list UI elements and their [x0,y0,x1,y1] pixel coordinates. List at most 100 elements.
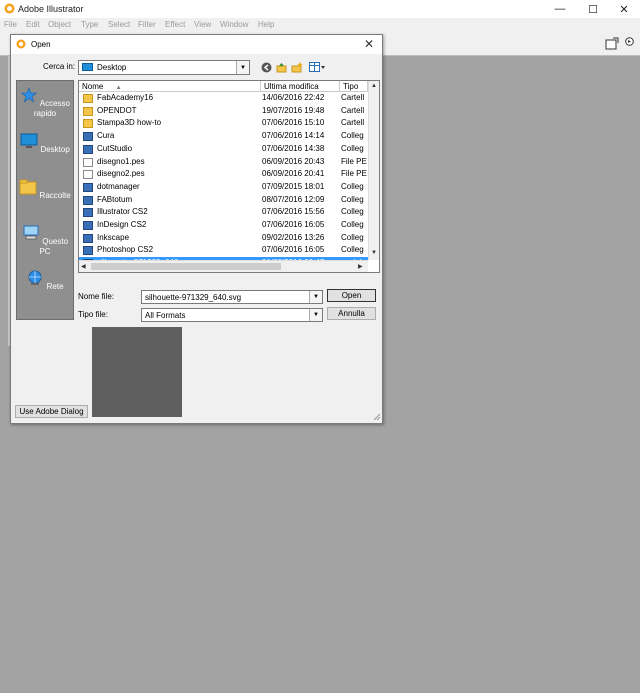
menu-object[interactable]: Object [48,20,71,29]
file-row[interactable]: disegno2.pes 06/09/2016 20:41 File PE [79,168,368,181]
place-desktop[interactable]: Desktop [17,133,73,155]
file-name: InDesign CS2 [97,220,147,229]
file-row[interactable]: OPENDOT 19/07/2016 19:48 Cartell [79,105,368,118]
inkscape-app-icon [83,233,93,243]
file-modified: 07/06/2016 14:14 [262,131,325,141]
file-row[interactable]: Stampa3D how-to 07/06/2016 15:10 Cartell [79,117,368,130]
file-modified: 09/02/2016 13:26 [262,232,325,242]
scroll-right-icon[interactable]: ▶ [358,263,363,270]
file-type: Cartell [341,118,365,128]
file-type: Colleg [341,143,364,153]
indesign-app-icon [83,221,93,230]
libraries-folder-icon [19,179,37,195]
horizontal-scrollbar[interactable]: ◀ ▶ [79,260,368,272]
filetype-label: Tipo file: [78,310,108,319]
new-folder-button[interactable] [291,61,303,73]
places-bar: Accesso rapido Desktop Raccolte Questo P… [16,80,74,320]
close-window-button[interactable]: ✕ [608,0,640,18]
cancel-button[interactable]: Annulla [327,307,376,320]
maximize-icon: ☐ [588,3,598,16]
column-header-name[interactable]: Nome ▲ [79,81,261,92]
file-row[interactable]: FABtotum 08/07/2016 12:09 Colleg [79,194,368,207]
illustrator-app-icon [83,208,93,218]
file-modified: 14/06/2016 22:42 [262,93,325,102]
app-title: Adobe Illustrator [18,4,84,14]
column-header-type[interactable]: Tipo [340,81,368,92]
place-label: Questo PC [39,237,69,256]
vertical-scrollbar[interactable]: ▲ ▼ [368,81,379,260]
file-row[interactable]: dotmanager 07/09/2015 18:01 Colleg [79,181,368,194]
file-row[interactable]: FabAcademy16 14/06/2016 22:42 Cartell [79,92,368,105]
menu-edit[interactable]: Edit [26,20,40,29]
file-modified: 07/06/2016 16:05 [262,245,325,255]
document-icon [83,157,93,167]
menu-help[interactable]: Help [258,20,274,29]
column-header-modified[interactable]: Ultima modifica [261,81,340,92]
file-type: Colleg [341,131,364,141]
minimize-icon: — [554,3,566,15]
menu-type[interactable]: Type [81,20,98,29]
menu-select[interactable]: Select [108,20,130,29]
place-quick-access[interactable]: Accesso rapido [17,87,73,119]
file-row[interactable]: Illustrator CS2 07/06/2016 15:56 Colleg [79,206,368,219]
filename-value: silhouette-971329_640.svg [145,293,242,302]
use-adobe-dialog-button[interactable]: Use Adobe Dialog [15,405,88,418]
view-menu-button[interactable] [308,61,326,73]
dialog-title: Open [31,40,51,49]
cura-app-icon [83,132,93,142]
scrollbar-thumb[interactable] [91,263,281,270]
scroll-left-icon[interactable]: ◀ [81,263,86,270]
menu-view[interactable]: View [194,20,211,29]
illustrator-app-icon [16,39,26,49]
file-type: Colleg [341,245,364,255]
document-setup-icon[interactable] [604,37,620,51]
scroll-up-icon[interactable]: ▲ [371,83,377,89]
chevron-down-icon[interactable]: ▼ [309,291,322,303]
file-row[interactable]: Inkscape 09/02/2016 13:26 Colleg [79,232,368,245]
panel-menu-icon[interactable] [625,37,634,46]
folder-icon [83,94,93,103]
file-name: Cura [97,131,115,141]
file-type: Colleg [341,181,364,191]
menu-filter[interactable]: Filter [138,20,156,29]
file-row[interactable]: Cura 07/06/2016 14:14 Colleg [79,130,368,143]
cutstudio-app-icon [83,144,93,154]
illustrator-app-icon [4,3,15,14]
document-icon [83,170,93,180]
file-modified: 06/09/2016 20:41 [262,169,325,179]
file-row[interactable]: Photoshop CS2 07/06/2016 16:05 Colleg [79,244,368,257]
place-label: Accesso rapido [33,99,70,118]
scroll-down-icon[interactable]: ▼ [371,250,377,256]
look-in-select[interactable]: Desktop ▼ [78,60,250,75]
file-type: Colleg [341,232,364,242]
filetype-value: All Formats [145,311,186,320]
maximize-button[interactable]: ☐ [577,0,609,18]
close-icon[interactable]: ✕ [364,37,374,51]
fabtotum-app-icon [83,195,93,205]
file-row[interactable]: disegno1.pes 06/09/2016 20:43 File PE [79,156,368,169]
file-row[interactable]: InDesign CS2 07/06/2016 16:05 Colleg [79,219,368,232]
place-network[interactable]: Rete [17,270,73,292]
file-modified: 07/06/2016 15:56 [262,207,325,217]
folder-icon [83,119,93,129]
filetype-select[interactable]: All Formats ▼ [141,308,323,322]
open-button[interactable]: Open [327,289,376,302]
file-name: Photoshop CS2 [97,245,154,255]
file-name: dotmanager [97,181,140,191]
minimize-button[interactable]: — [544,0,576,18]
place-this-pc[interactable]: Questo PC [17,225,73,257]
up-folder-button[interactable] [275,61,287,73]
menu-window[interactable]: Window [220,20,248,29]
file-preview [92,327,182,417]
file-modified: 06/09/2016 20:43 [262,156,325,166]
filename-input[interactable]: silhouette-971329_640.svg ▼ [141,290,323,304]
photoshop-app-icon [83,246,93,256]
place-libraries[interactable]: Raccolte [17,179,73,201]
menu-effect[interactable]: Effect [165,20,185,29]
file-row[interactable]: CutStudio 07/06/2016 14:38 Colleg [79,143,368,156]
file-type: File PE [341,156,367,166]
menu-file[interactable]: File [4,20,17,29]
back-button[interactable] [260,61,272,73]
desktop-icon [82,63,93,71]
resize-grip-icon[interactable] [372,412,381,421]
